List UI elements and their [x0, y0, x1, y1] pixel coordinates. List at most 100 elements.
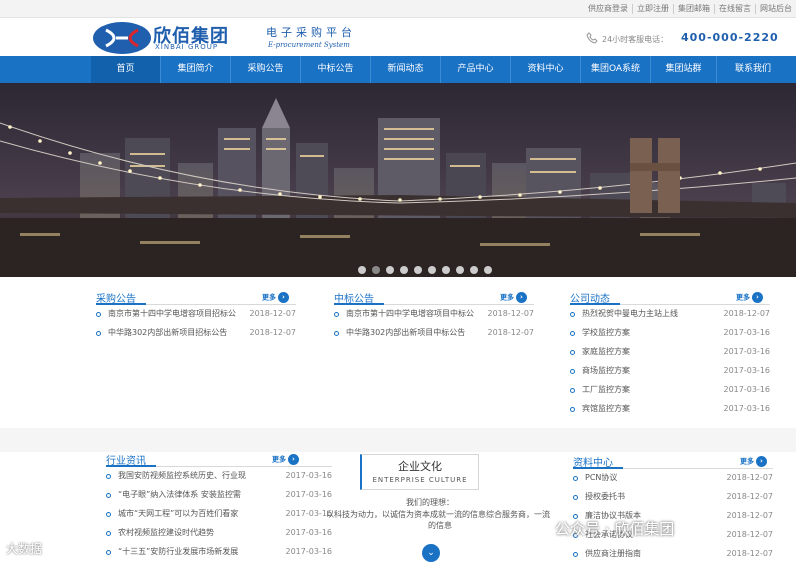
- bullet-icon: [573, 551, 578, 557]
- bullet-icon: [570, 368, 575, 374]
- banner-pager: [358, 266, 492, 274]
- banner-dot[interactable]: [386, 266, 394, 274]
- list-item[interactable]: 热烈祝贺中曼电力主站上线 2018-12-07: [570, 308, 770, 320]
- list-item[interactable]: “电子眼”纳入法律体系 安装监控需 2017-03-16: [106, 489, 332, 501]
- nav-sites[interactable]: 集团站群: [651, 56, 717, 83]
- list-item[interactable]: 授权委托书 2018-12-07: [573, 491, 773, 503]
- section-accent: [334, 303, 384, 305]
- platform-subtitle: E-procurement System: [268, 41, 350, 49]
- online-message-link[interactable]: 在线留言: [714, 4, 755, 14]
- supplier-login-link[interactable]: 供应商登录: [584, 4, 632, 14]
- banner-dot[interactable]: [442, 266, 450, 274]
- nav-procurement[interactable]: 采购公告: [231, 56, 301, 83]
- list-item[interactable]: 南京市第十四中学电增容项目中标公 2018-12-07: [334, 308, 534, 320]
- culture-line: 以科技为动力，以诚信为资本成就一流的信息综合服务商，一流: [326, 510, 550, 519]
- xinbai-logo-icon[interactable]: [92, 21, 152, 55]
- banner-dot[interactable]: [470, 266, 478, 274]
- bullet-icon: [96, 330, 101, 336]
- section-separator: [0, 428, 796, 452]
- bullet-icon: [106, 511, 111, 517]
- admin-link[interactable]: 网站后台: [755, 4, 796, 14]
- list-item[interactable]: 城市“天网工程”可以为百姓们看家 2017-03-16: [106, 508, 332, 520]
- platform-title: 电子采购平台: [266, 26, 356, 39]
- nav-news[interactable]: 新闻动态: [371, 56, 441, 83]
- bullet-icon: [570, 406, 575, 412]
- bullet-icon: [106, 530, 111, 536]
- group-mail-link[interactable]: 集团邮箱: [673, 4, 714, 14]
- bullet-icon: [106, 473, 111, 479]
- register-link[interactable]: 立即注册: [632, 4, 673, 14]
- list-item[interactable]: 供应商注册指南 2018-12-07: [573, 548, 773, 560]
- chevron-right-icon: ›: [516, 292, 527, 303]
- list-item[interactable]: 工厂监控方案 2017-03-16: [570, 384, 770, 396]
- nav-docs[interactable]: 资料中心: [511, 56, 581, 83]
- list-item[interactable]: 学校监控方案 2017-03-16: [570, 327, 770, 339]
- bullet-icon: [106, 492, 111, 498]
- bullet-icon: [570, 311, 575, 317]
- nav-contact[interactable]: 联系我们: [717, 56, 789, 83]
- chevron-right-icon: ›: [288, 454, 299, 465]
- section-accent: [573, 467, 623, 469]
- more-label: 更多: [272, 455, 286, 464]
- bullet-icon: [573, 475, 578, 481]
- scroll-down-button[interactable]: ⌄: [422, 544, 440, 562]
- hotline-number: 400-000-2220: [681, 31, 779, 44]
- hero-banner: [0, 83, 796, 277]
- nav-home[interactable]: 首页: [91, 56, 161, 83]
- phone-icon: [586, 32, 598, 44]
- watermark-right: 公众号 · 欣佰集团: [555, 520, 675, 538]
- procurement-more-button[interactable]: 更多 ›: [262, 292, 289, 303]
- bullet-icon: [334, 311, 339, 317]
- banner-dot[interactable]: [456, 266, 464, 274]
- culture-line: 的信息: [428, 521, 452, 530]
- list-item[interactable]: PCN协议 2018-12-07: [573, 472, 773, 484]
- top-links: 供应商登录 立即注册 集团邮箱 在线留言 网站后台: [584, 4, 796, 14]
- more-label: 更多: [262, 293, 276, 302]
- culture-subtitle: ENTERPRISE CULTURE: [372, 476, 468, 484]
- logo-subtext: XINBAI GROUP: [155, 43, 219, 51]
- chevron-right-icon: ›: [752, 292, 763, 303]
- industry-more-button[interactable]: 更多 ›: [272, 454, 299, 465]
- list-item[interactable]: 宾馆监控方案 2017-03-16: [570, 403, 770, 415]
- list-item[interactable]: 中华路302内部出新项目招标公告 2018-12-07: [96, 327, 296, 339]
- hotline-label: 24小时客服电话：: [602, 35, 669, 44]
- list-item[interactable]: 南京市第十四中学电增容项目招标公 2018-12-07: [96, 308, 296, 320]
- section-accent: [106, 465, 156, 467]
- more-label: 更多: [736, 293, 750, 302]
- city-bridge-image: [0, 83, 796, 277]
- banner-dot-active[interactable]: [372, 266, 380, 274]
- list-item[interactable]: 我国安防视频监控系统历史、行业现 2017-03-16: [106, 470, 332, 482]
- main-nav: 首页 集团简介 采购公告 中标公告 新闻动态 产品中心 资料中心 集团OA系统 …: [0, 56, 796, 83]
- section-accent: [96, 303, 146, 305]
- nav-award[interactable]: 中标公告: [301, 56, 371, 83]
- culture-heading[interactable]: 企业文化 ENTERPRISE CULTURE: [360, 454, 479, 490]
- company-news-more-button[interactable]: 更多 ›: [736, 292, 763, 303]
- more-label: 更多: [500, 293, 514, 302]
- nav-products[interactable]: 产品中心: [441, 56, 511, 83]
- list-item[interactable]: 农村视频监控建设时代趋势 2017-03-16: [106, 527, 332, 539]
- bullet-icon: [106, 549, 111, 555]
- list-item[interactable]: 商场监控方案 2017-03-16: [570, 365, 770, 377]
- nav-oa[interactable]: 集团OA系统: [581, 56, 651, 83]
- banner-dot[interactable]: [428, 266, 436, 274]
- bullet-icon: [570, 387, 575, 393]
- banner-dot[interactable]: [358, 266, 366, 274]
- culture-title: 企业文化: [398, 460, 442, 473]
- watermark-left: 大数据: [6, 542, 43, 556]
- list-item[interactable]: 家庭监控方案 2017-03-16: [570, 346, 770, 358]
- docs-more-button[interactable]: 更多 ›: [740, 456, 767, 467]
- nav-about[interactable]: 集团简介: [161, 56, 231, 83]
- list-item[interactable]: 中华路302内部出新项目中标公告 2018-12-07: [334, 327, 534, 339]
- bullet-icon: [570, 330, 575, 336]
- bullet-icon: [570, 349, 575, 355]
- list-item[interactable]: “十三五”安防行业发展市场新发展 2017-03-16: [106, 546, 332, 558]
- top-bar: 供应商登录 立即注册 集团邮箱 在线留言 网站后台: [0, 0, 796, 18]
- section-accent: [570, 303, 620, 305]
- more-label: 更多: [740, 457, 754, 466]
- banner-dot[interactable]: [414, 266, 422, 274]
- award-more-button[interactable]: 更多 ›: [500, 292, 527, 303]
- chevron-right-icon: ›: [756, 456, 767, 467]
- banner-dot[interactable]: [400, 266, 408, 274]
- banner-dot[interactable]: [484, 266, 492, 274]
- chevron-right-icon: ›: [278, 292, 289, 303]
